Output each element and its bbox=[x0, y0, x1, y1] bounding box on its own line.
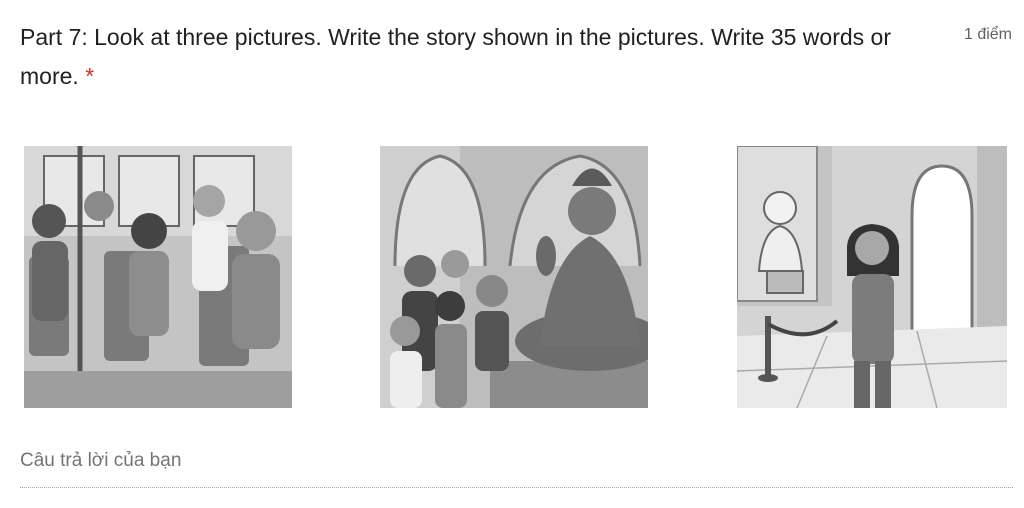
required-asterisk: * bbox=[85, 63, 95, 89]
museum-bust-girl-illustration bbox=[737, 146, 1007, 408]
answer-underline bbox=[20, 487, 1013, 488]
question-title: Part 7: Look at three pictures. Write th… bbox=[20, 18, 920, 96]
question-text: Part 7: Look at three pictures. Write th… bbox=[20, 24, 891, 89]
points-label: 1 điểm bbox=[963, 26, 1012, 43]
answer-input[interactable]: Câu trả lời của bạn bbox=[20, 450, 181, 472]
bus-passengers-illustration bbox=[24, 146, 292, 408]
buddha-statue-visitors-illustration bbox=[380, 146, 648, 408]
